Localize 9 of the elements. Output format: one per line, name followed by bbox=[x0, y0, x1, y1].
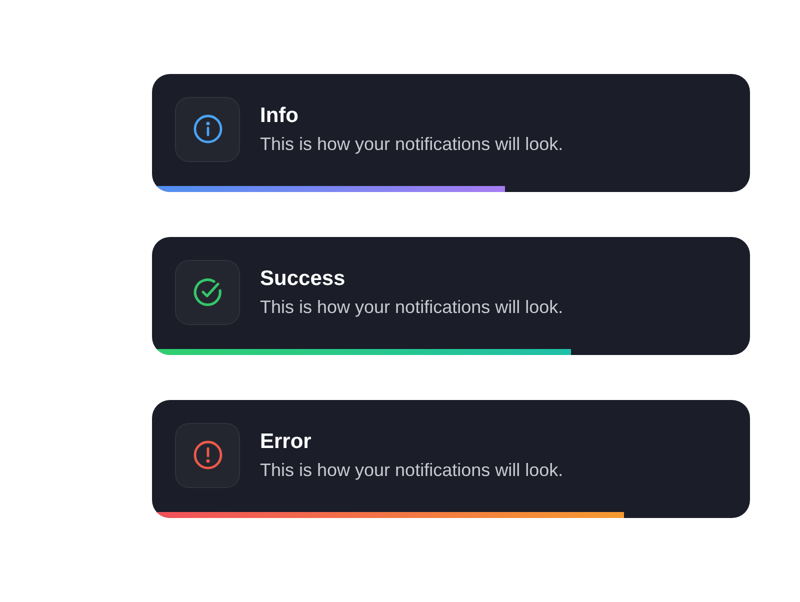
notification-title: Info bbox=[260, 104, 300, 128]
info-icon bbox=[192, 114, 222, 144]
check-circle-icon bbox=[192, 277, 222, 307]
notification-title: Error bbox=[260, 430, 312, 454]
notification-message: This is how your notifications will look. bbox=[260, 296, 564, 318]
notification-message: This is how your notifications will look. bbox=[260, 460, 564, 480]
notification-message: This is how your notifications will look. bbox=[260, 134, 564, 154]
notification-title: Success bbox=[260, 266, 346, 290]
alert-icon bbox=[192, 440, 222, 470]
